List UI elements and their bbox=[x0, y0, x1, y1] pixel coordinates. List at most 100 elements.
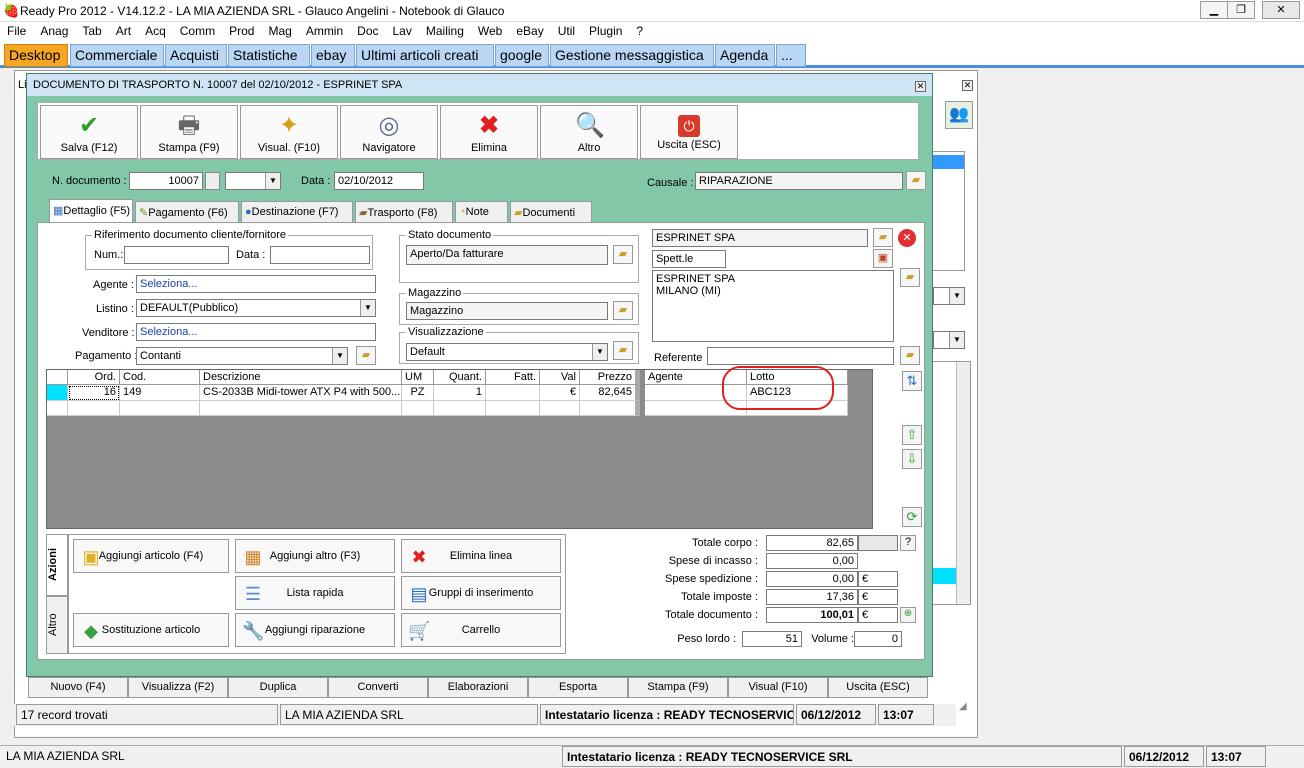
cell-cod[interactable]: 149 bbox=[120, 385, 200, 401]
tab-desktop[interactable]: Desktop bbox=[4, 44, 68, 67]
menu-anag[interactable]: Anag bbox=[33, 22, 75, 40]
magazzino-field[interactable]: Magazzino bbox=[406, 302, 608, 320]
referente-field[interactable] bbox=[707, 347, 894, 365]
menu-acq[interactable]: Acq bbox=[138, 22, 173, 40]
tab-trasporto[interactable]: ▰Trasporto (F8) bbox=[355, 201, 453, 222]
magazzino-folder-icon[interactable]: ▰ bbox=[613, 301, 633, 320]
export-button[interactable]: Esporta bbox=[528, 677, 628, 698]
zoom-plus-icon[interactable]: ⊕ bbox=[900, 607, 916, 623]
tab-acquisti[interactable]: Acquisti bbox=[165, 44, 227, 67]
refresh-icon[interactable]: ⟳ bbox=[902, 507, 922, 527]
tab-dettaglio[interactable]: ▦Dettaglio (F5) bbox=[49, 199, 133, 222]
users-icon[interactable]: 👥 bbox=[945, 101, 973, 129]
replace-article-button[interactable]: ◆ Sostituzione articolo bbox=[73, 613, 229, 647]
preview-button[interactable]: ✦ Visual. (F10) bbox=[240, 105, 338, 159]
rif-data-field[interactable] bbox=[270, 246, 370, 264]
ndoc-suffix-combo[interactable]: ▼ bbox=[225, 172, 281, 190]
contact-card-icon[interactable]: ▣ bbox=[873, 249, 893, 268]
agente-field[interactable]: Seleziona... bbox=[136, 275, 376, 293]
close-window-button[interactable]: ✕ bbox=[1262, 1, 1300, 19]
menu-lav[interactable]: Lav bbox=[386, 22, 419, 40]
menu-art[interactable]: Art bbox=[109, 22, 138, 40]
empty-row-cell[interactable] bbox=[120, 401, 200, 416]
cell-quant[interactable]: 1 bbox=[434, 385, 486, 401]
empty-row-cell[interactable] bbox=[540, 401, 580, 416]
sort-rows-icon[interactable]: ⇅ bbox=[902, 371, 922, 391]
stato-folder-icon[interactable]: ▰ bbox=[613, 245, 633, 264]
cell-ord[interactable]: 16 bbox=[68, 385, 120, 401]
tab-azioni[interactable]: Azioni bbox=[46, 534, 68, 596]
restore-button[interactable]: ❐ bbox=[1227, 1, 1255, 19]
venditore-field[interactable]: Seleziona... bbox=[136, 323, 376, 341]
add-other-button[interactable]: ▦ Aggiungi altro (F3) bbox=[235, 539, 395, 573]
menu-mailing[interactable]: Mailing bbox=[419, 22, 471, 40]
col-um[interactable]: UM bbox=[402, 370, 434, 385]
tab-pagamento[interactable]: ✎Pagamento (F6) bbox=[135, 201, 239, 222]
row-indicator[interactable] bbox=[47, 385, 68, 401]
print-button[interactable]: 🖶 Stampa (F9) bbox=[140, 105, 238, 159]
tab-google[interactable]: google bbox=[495, 44, 549, 67]
print-list-button[interactable]: Stampa (F9) bbox=[628, 677, 728, 698]
col-cod[interactable]: Cod. bbox=[120, 370, 200, 385]
new-button[interactable]: Nuovo (F4) bbox=[28, 677, 128, 698]
righe-grid[interactable]: Ord. Cod. Descrizione UM Quant. Fatt. Va… bbox=[46, 366, 873, 529]
quick-list-button[interactable]: ☰ Lista rapida bbox=[235, 576, 395, 610]
add-article-button[interactable]: ▣ Aggiungi articolo (F4) bbox=[73, 539, 229, 573]
tab-gestione-messaggistica[interactable]: Gestione messaggistica bbox=[550, 44, 714, 67]
delete-button[interactable]: ✖ Elimina bbox=[440, 105, 538, 159]
menu-ammin[interactable]: Ammin bbox=[299, 22, 350, 40]
col-ord[interactable]: Ord. bbox=[68, 370, 120, 385]
duplicate-button[interactable]: Duplica bbox=[228, 677, 328, 698]
visualizzazione-combo[interactable]: Default ▼ bbox=[406, 343, 608, 361]
help-button[interactable]: ? bbox=[900, 535, 916, 551]
col-prezzo[interactable]: Prezzo bbox=[580, 370, 640, 385]
empty-row-cell[interactable] bbox=[434, 401, 486, 416]
resize-grip-icon[interactable]: ◢ bbox=[959, 701, 975, 717]
data-field[interactable]: 02/10/2012 bbox=[334, 172, 424, 190]
tab-documenti[interactable]: ▰Documenti bbox=[510, 201, 592, 222]
cliente-name-field[interactable]: ESPRINET SPA bbox=[652, 229, 868, 247]
empty-row-cell[interactable] bbox=[68, 401, 120, 416]
visualizzazione-folder-icon[interactable]: ▰ bbox=[613, 341, 633, 360]
listino-combo[interactable]: DEFAULT(Pubblico) ▼ bbox=[136, 299, 376, 317]
bg-close-icon[interactable]: ✕ bbox=[962, 80, 973, 91]
empty-row-cell[interactable] bbox=[47, 401, 68, 416]
cell-um[interactable]: PZ bbox=[402, 385, 434, 401]
volume-value[interactable]: 0 bbox=[854, 631, 902, 647]
exit-button[interactable]: ⏻ Uscita (ESC) bbox=[640, 105, 738, 159]
tab-commerciale[interactable]: Commerciale bbox=[70, 44, 164, 67]
pagamento-folder-icon[interactable]: ▰ bbox=[356, 346, 376, 365]
tab-destinazione[interactable]: ●Destinazione (F7) bbox=[241, 201, 353, 222]
tab-ultimi-articoli[interactable]: Ultimi articoli creati bbox=[356, 44, 494, 67]
spese-incasso-value[interactable]: 0,00 bbox=[766, 553, 858, 569]
tab-more[interactable]: ... bbox=[776, 44, 806, 67]
empty-row-cell[interactable] bbox=[486, 401, 540, 416]
cell-val[interactable]: € bbox=[540, 385, 580, 401]
clear-cliente-icon[interactable]: ✕ bbox=[898, 229, 916, 247]
menu-comm[interactable]: Comm bbox=[173, 22, 222, 40]
insert-groups-button[interactable]: ▤ Gruppi di inserimento bbox=[401, 576, 561, 610]
save-button[interactable]: ✔ Salva (F12) bbox=[40, 105, 138, 159]
elaborations-button[interactable]: Elaborazioni bbox=[428, 677, 528, 698]
empty-row-cell[interactable] bbox=[200, 401, 402, 416]
pagamento-combo[interactable]: Contanti ▼ bbox=[136, 347, 348, 365]
spese-spedizione-value[interactable]: 0,00 bbox=[766, 571, 858, 587]
menu-prod[interactable]: Prod bbox=[222, 22, 261, 40]
empty-row-cell[interactable] bbox=[580, 401, 640, 416]
cell-fatt[interactable] bbox=[486, 385, 540, 401]
visual-list-button[interactable]: Visual (F10) bbox=[728, 677, 828, 698]
tab-altro[interactable]: Altro bbox=[46, 596, 68, 654]
menu-mag[interactable]: Mag bbox=[261, 22, 298, 40]
menu-file[interactable]: File bbox=[0, 22, 33, 40]
convert-button[interactable]: Converti bbox=[328, 677, 428, 698]
ndoc-field[interactable]: 10007 bbox=[129, 172, 203, 190]
stato-field[interactable]: Aperto/Da fatturare bbox=[406, 245, 608, 265]
menu-web[interactable]: Web bbox=[471, 22, 509, 40]
rif-num-field[interactable] bbox=[124, 246, 229, 264]
cell-prezzo[interactable]: 82,645 bbox=[580, 385, 640, 401]
tab-statistiche[interactable]: Statistiche bbox=[228, 44, 310, 67]
col-fatt[interactable]: Fatt. bbox=[486, 370, 540, 385]
tab-agenda[interactable]: Agenda bbox=[715, 44, 775, 67]
exit-list-button[interactable]: Uscita (ESC) bbox=[828, 677, 928, 698]
menu-tab[interactable]: Tab bbox=[75, 22, 108, 40]
